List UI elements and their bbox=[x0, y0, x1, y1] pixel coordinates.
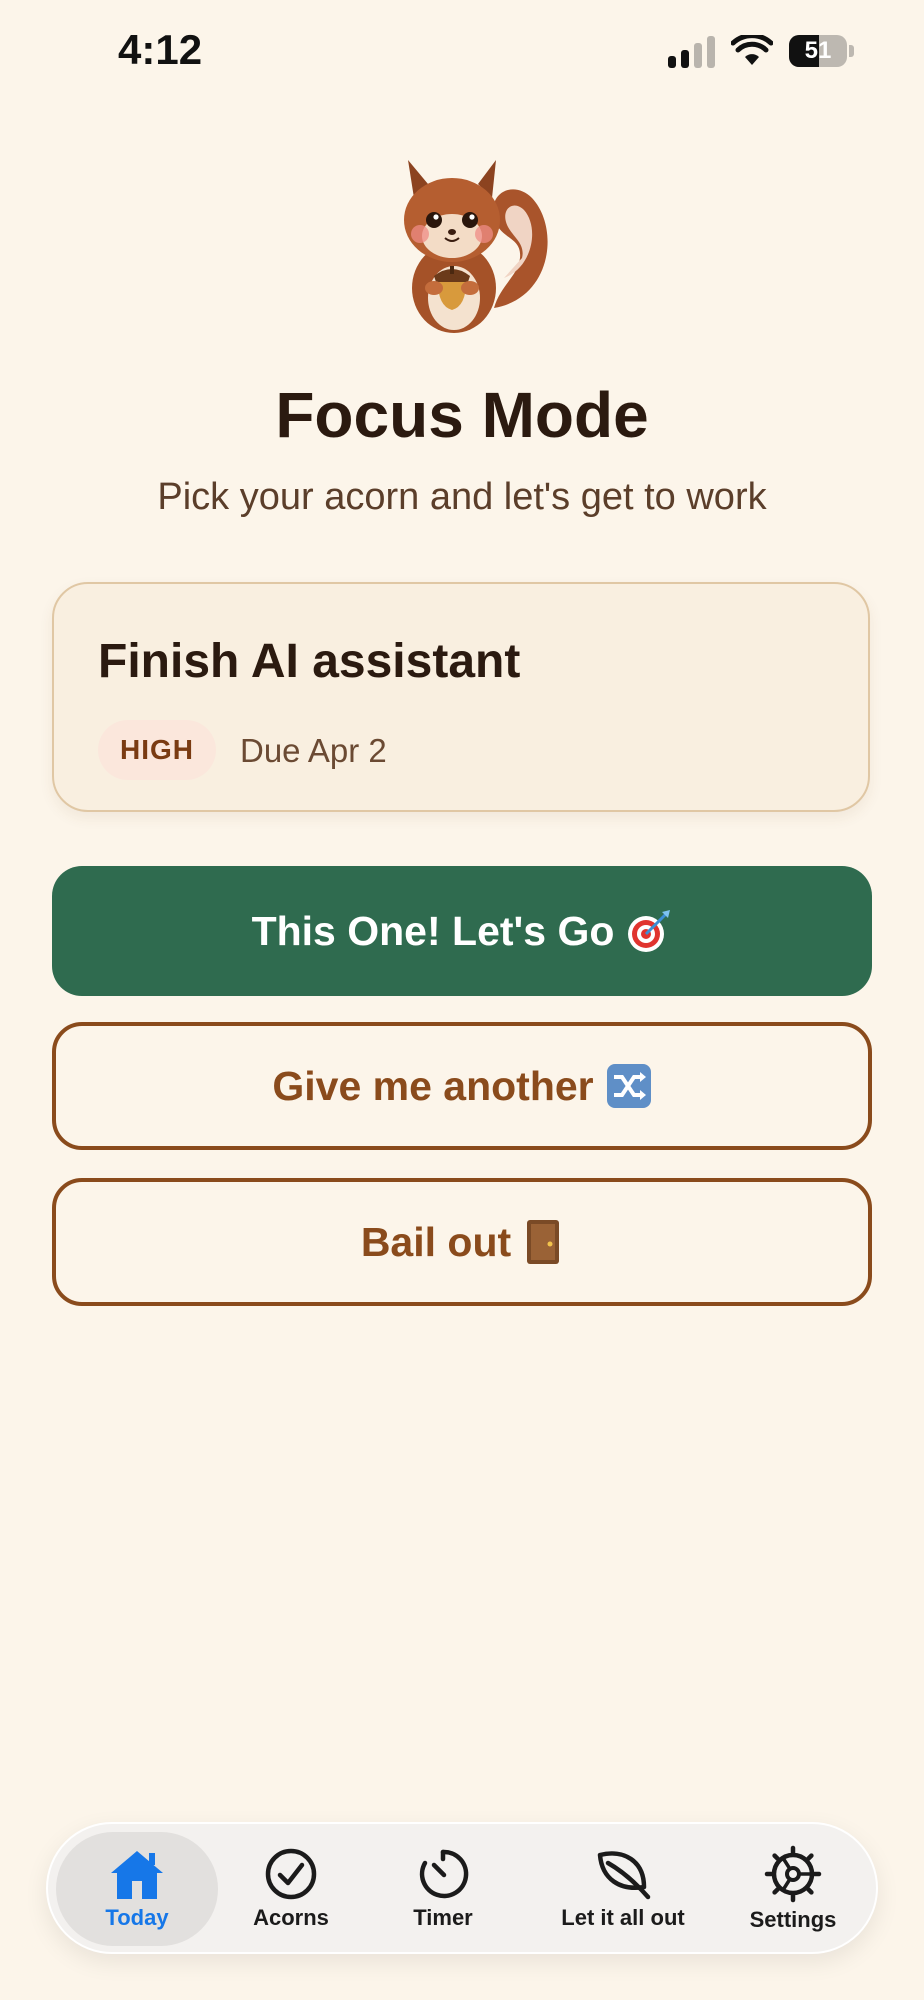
status-icons: 51 bbox=[668, 34, 854, 68]
tab-acorns[interactable]: Acorns bbox=[226, 1832, 356, 1946]
status-time: 4:12 bbox=[118, 26, 203, 73]
squirrel-mascot-illustration bbox=[404, 160, 548, 333]
give-me-another-button[interactable]: Give me another bbox=[52, 1022, 872, 1150]
focus-mode-screen: 4:12 51 Focus Mode Pick your acorn and l… bbox=[0, 0, 924, 2000]
gear-icon bbox=[764, 1845, 822, 1903]
tab-timer-label: Timer bbox=[413, 1905, 473, 1930]
checkmark-circle-icon bbox=[265, 1848, 317, 1900]
lets-go-label: This One! Let's Go bbox=[251, 907, 615, 954]
bail-out-label: Bail out bbox=[360, 1218, 512, 1265]
priority-badge: HIGH bbox=[98, 720, 216, 780]
page-title: Focus Mode bbox=[275, 379, 649, 451]
tab-settings[interactable]: Settings bbox=[718, 1832, 868, 1946]
wifi-icon bbox=[731, 35, 773, 65]
task-title: Finish AI assistant bbox=[98, 635, 521, 688]
task-card: Finish AI assistant HIGH Due Apr 2 bbox=[52, 582, 870, 812]
tab-let-it-all-out-label: Let it all out bbox=[561, 1905, 685, 1930]
tab-timer[interactable]: Timer bbox=[378, 1832, 508, 1946]
dart-target-icon bbox=[628, 910, 671, 952]
task-due-date: Due Apr 2 bbox=[240, 732, 387, 769]
battery-percent: 51 bbox=[804, 37, 832, 64]
tab-today[interactable]: Today bbox=[56, 1832, 218, 1946]
house-icon bbox=[111, 1851, 163, 1899]
battery-nub bbox=[849, 45, 854, 57]
timer-icon bbox=[419, 1849, 469, 1899]
bail-out-button[interactable]: Bail out bbox=[52, 1178, 872, 1306]
battery-icon: 51 bbox=[789, 35, 847, 67]
tab-settings-label: Settings bbox=[749, 1907, 837, 1932]
door-icon bbox=[527, 1220, 560, 1264]
leaf-icon bbox=[597, 1851, 651, 1900]
lets-go-button[interactable]: This One! Let's Go bbox=[52, 866, 872, 996]
give-me-another-label: Give me another bbox=[272, 1062, 594, 1109]
shuffle-icon bbox=[606, 1064, 651, 1108]
page-subtitle: Pick your acorn and let's get to work bbox=[157, 476, 767, 518]
cellular-signal-icon bbox=[668, 34, 715, 68]
tab-let-it-all-out[interactable]: Let it all out bbox=[528, 1832, 718, 1946]
tab-today-label: Today bbox=[105, 1905, 169, 1930]
tab-acorns-label: Acorns bbox=[253, 1905, 329, 1930]
tab-bar: Today Acorns Timer Let it all out Settin… bbox=[46, 1822, 878, 1954]
